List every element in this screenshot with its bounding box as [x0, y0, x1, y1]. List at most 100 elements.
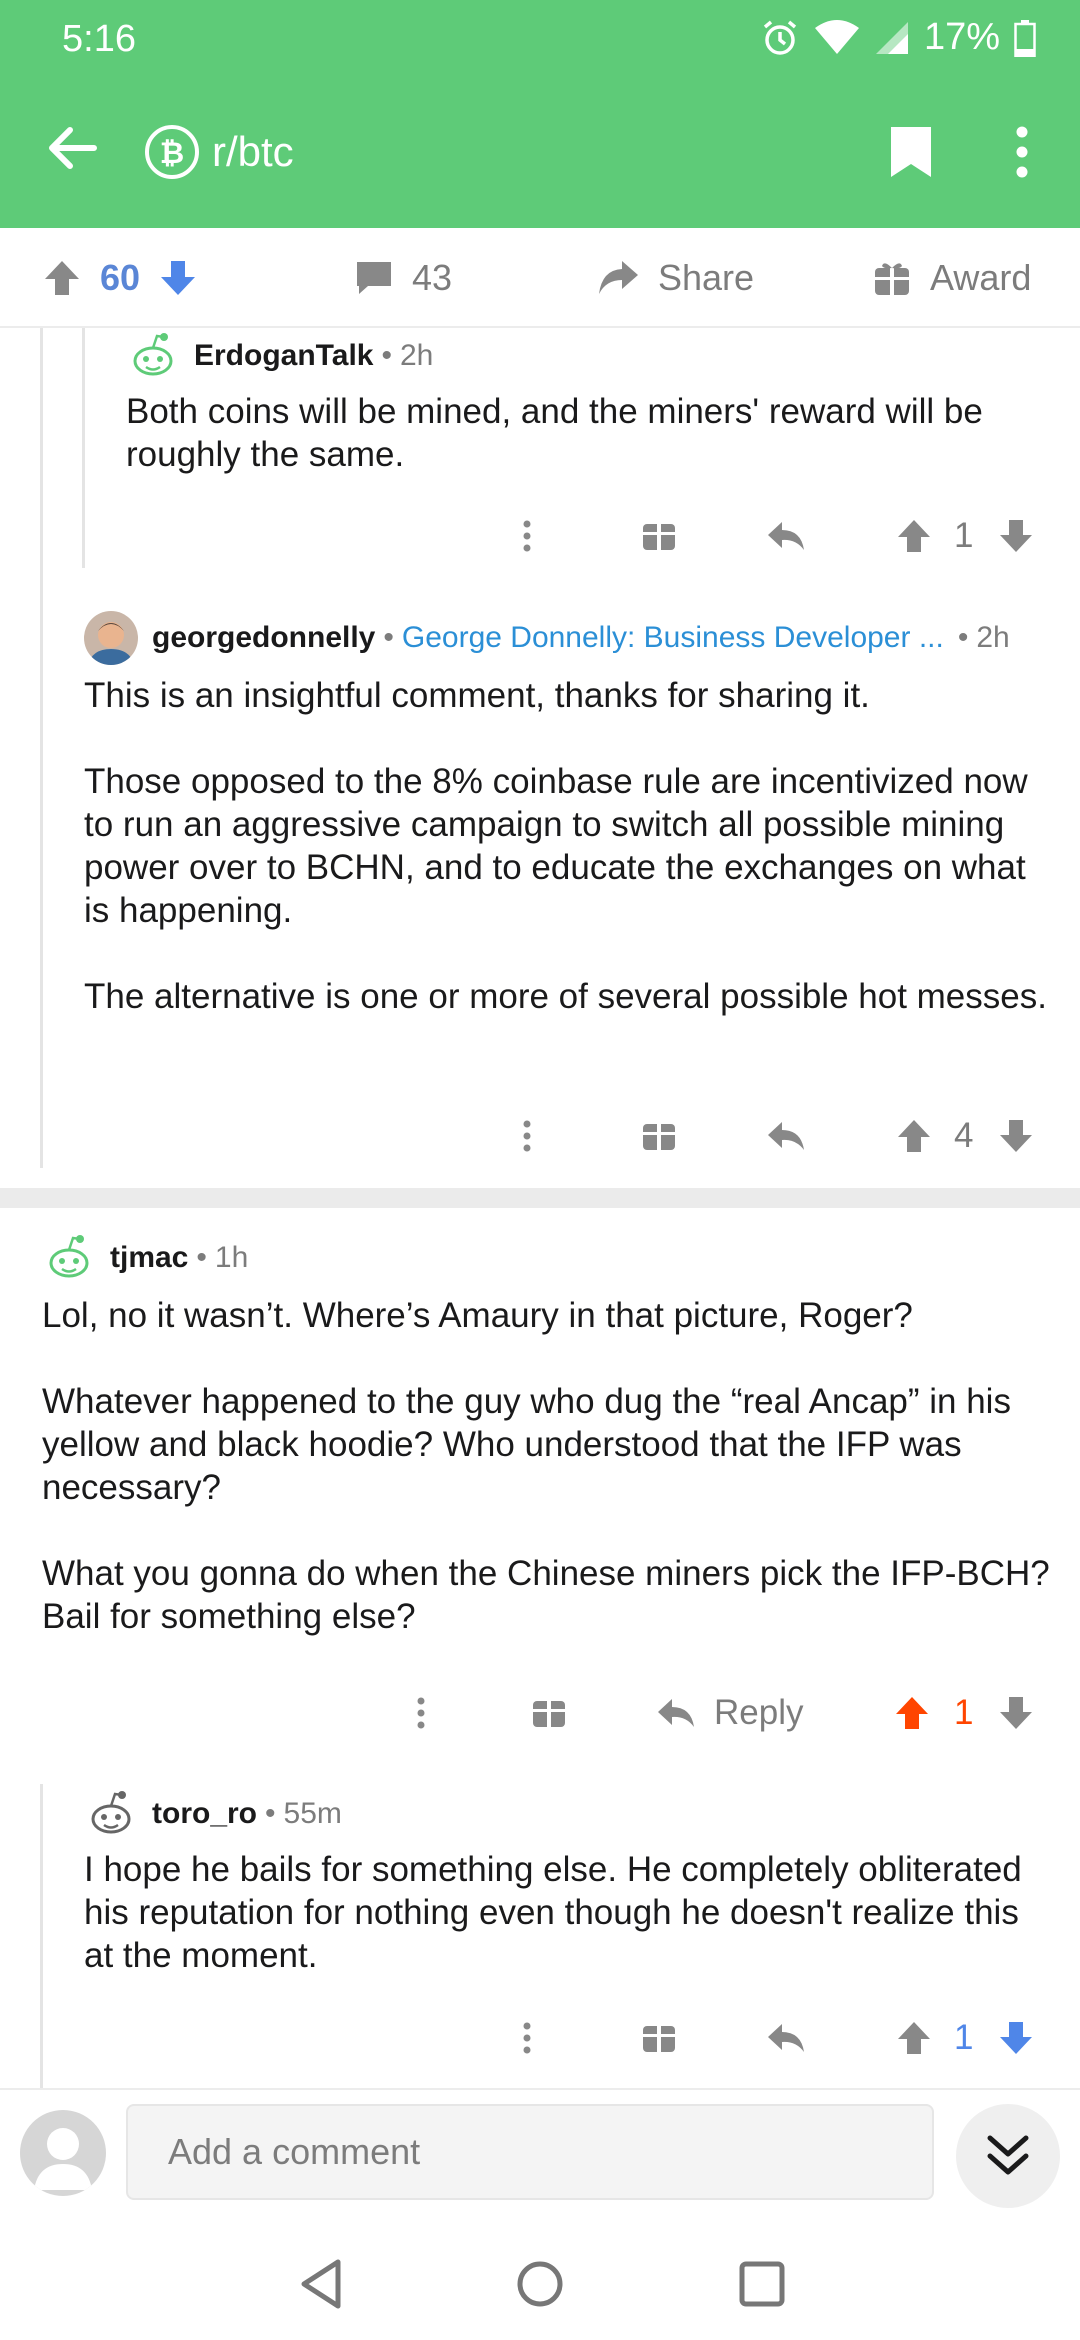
- meta-separator: •: [196, 1241, 207, 1274]
- more-vert-icon[interactable]: [414, 1683, 428, 1743]
- nav-recents-icon[interactable]: [734, 2256, 790, 2312]
- comment-actions: Reply 1: [0, 1683, 1080, 1743]
- comments-count: 43: [412, 257, 453, 298]
- status-icons: 17%: [760, 16, 1036, 59]
- comment-age: 2h: [400, 339, 434, 372]
- gift-icon[interactable]: [642, 506, 676, 566]
- wifi-icon: [814, 19, 859, 54]
- upvote-icon[interactable]: [894, 1683, 930, 1743]
- comment-icon: [357, 262, 391, 294]
- gift-icon: [875, 263, 909, 295]
- meta-separator: •: [957, 621, 969, 654]
- comment-age: 1h: [214, 1241, 249, 1274]
- comment-paragraph: Those opposed to the 8% coinbase rule ar…: [84, 762, 1028, 930]
- snoo-avatar-icon: [126, 329, 180, 383]
- default-avatar-icon: [34, 2128, 92, 2190]
- user-avatar[interactable]: [20, 2110, 106, 2196]
- comment-actions: 1: [126, 506, 1046, 566]
- comment-score: 1: [954, 2018, 974, 2057]
- meta-separator: •: [265, 1797, 276, 1830]
- comment-header: ErdoganTalk • 2h: [126, 328, 433, 384]
- downvote-icon[interactable]: [998, 506, 1034, 566]
- comment-score: 4: [954, 1116, 974, 1155]
- thread-line: [40, 328, 43, 1168]
- comment-author[interactable]: tjmac: [110, 1241, 188, 1275]
- upvote-icon[interactable]: [896, 506, 932, 566]
- post-action-bar: 60 43 Share Award: [0, 228, 1080, 328]
- comment-header: georgedonnelly • George Donnelly: Busine…: [84, 610, 1010, 666]
- reply-label: Reply: [714, 1693, 804, 1732]
- subreddit-title[interactable]: ₿ r/btc: [144, 124, 294, 180]
- more-vert-icon[interactable]: [1004, 124, 1040, 180]
- comment-header: tjmac • 1h: [42, 1230, 248, 1286]
- more-vert-icon[interactable]: [520, 506, 534, 566]
- upvote-icon[interactable]: [42, 258, 82, 298]
- reply-icon[interactable]: [766, 1106, 806, 1166]
- comment-body: I hope he bails for something else. He c…: [84, 1848, 1024, 1977]
- user-flair: George Donnelly: Business Developer ...: [401, 621, 944, 654]
- meta-separator: •: [383, 621, 394, 654]
- svg-text:₿: ₿: [160, 137, 184, 170]
- award-label: Award: [930, 257, 1032, 298]
- gift-icon[interactable]: [642, 1106, 676, 1166]
- back-arrow-icon[interactable]: [44, 120, 100, 176]
- signal-icon: [875, 21, 908, 54]
- double-chevron-down-icon: [987, 2135, 1029, 2175]
- comment-paragraph: Both coins will be mined, and the miners…: [126, 392, 983, 474]
- downvote-icon[interactable]: [998, 1683, 1034, 1743]
- subreddit-name: r/btc: [212, 128, 294, 175]
- collapse-comments-button[interactable]: [956, 2104, 1060, 2208]
- award-button[interactable]: Award: [872, 228, 1031, 328]
- more-vert-icon[interactable]: [520, 2008, 534, 2068]
- comment-author[interactable]: toro_ro: [152, 1797, 257, 1831]
- comment-author[interactable]: georgedonnelly: [152, 621, 375, 655]
- add-comment-input[interactable]: Add a comment: [126, 2104, 934, 2200]
- avatar[interactable]: [84, 1787, 138, 1841]
- downvote-icon[interactable]: [998, 1106, 1034, 1166]
- avatar[interactable]: [126, 329, 180, 383]
- comment-author[interactable]: ErdoganTalk: [194, 339, 373, 373]
- battery-icon: [1014, 19, 1036, 57]
- comment-paragraph: What you gonna do when the Chinese miner…: [42, 1554, 1050, 1636]
- post-vote-group: 60: [42, 228, 198, 328]
- reply-icon[interactable]: [766, 2008, 806, 2068]
- downvote-icon[interactable]: [998, 2008, 1034, 2068]
- comments-count-button[interactable]: 43: [354, 228, 452, 328]
- reply-icon: [658, 1699, 694, 1727]
- downvote-icon[interactable]: [158, 258, 198, 298]
- battery-percent: 17%: [923, 16, 1000, 58]
- comment-score: 1: [954, 1693, 974, 1732]
- share-icon: [599, 261, 638, 294]
- reply-button[interactable]: Reply: [656, 1683, 803, 1743]
- comment-paragraph: I hope he bails for something else. He c…: [84, 1850, 1022, 1975]
- avatar[interactable]: [42, 1231, 96, 1285]
- upvote-icon[interactable]: [896, 1106, 932, 1166]
- alarm-icon: [763, 20, 797, 55]
- comment-score: 1: [954, 516, 974, 555]
- upvote-icon[interactable]: [896, 2008, 932, 2068]
- gift-icon[interactable]: [532, 1683, 566, 1743]
- avatar[interactable]: [84, 611, 138, 665]
- system-nav-bar: [0, 2228, 1080, 2340]
- comment-body: Lol, no it wasn’t. Where’s Amaury in tha…: [42, 1294, 1058, 1638]
- comment-body: This is an insightful comment, thanks fo…: [84, 674, 1054, 1018]
- nav-back-icon[interactable]: [294, 2256, 350, 2312]
- comment-actions: 1: [126, 2008, 1046, 2068]
- thread-divider: [0, 1188, 1080, 1208]
- share-label: Share: [658, 257, 755, 298]
- comment-age: 2h: [976, 621, 1010, 654]
- comment-body: Both coins will be mined, and the miners…: [126, 390, 1046, 476]
- nav-home-icon[interactable]: [512, 2256, 568, 2312]
- gift-icon[interactable]: [642, 2008, 676, 2068]
- thread-line: [82, 328, 85, 568]
- reply-icon[interactable]: [766, 506, 806, 566]
- bookmark-icon[interactable]: [888, 124, 934, 180]
- app-bar: 5:16 17% ₿ r/btc: [0, 0, 1080, 228]
- snoo-avatar-icon: [84, 1787, 138, 1841]
- thread-line: [40, 1784, 43, 2088]
- more-vert-icon[interactable]: [520, 1106, 534, 1166]
- post-score: 60: [100, 257, 141, 298]
- share-button[interactable]: Share: [596, 228, 754, 328]
- status-time: 5:16: [62, 18, 136, 60]
- meta-separator: •: [381, 339, 392, 372]
